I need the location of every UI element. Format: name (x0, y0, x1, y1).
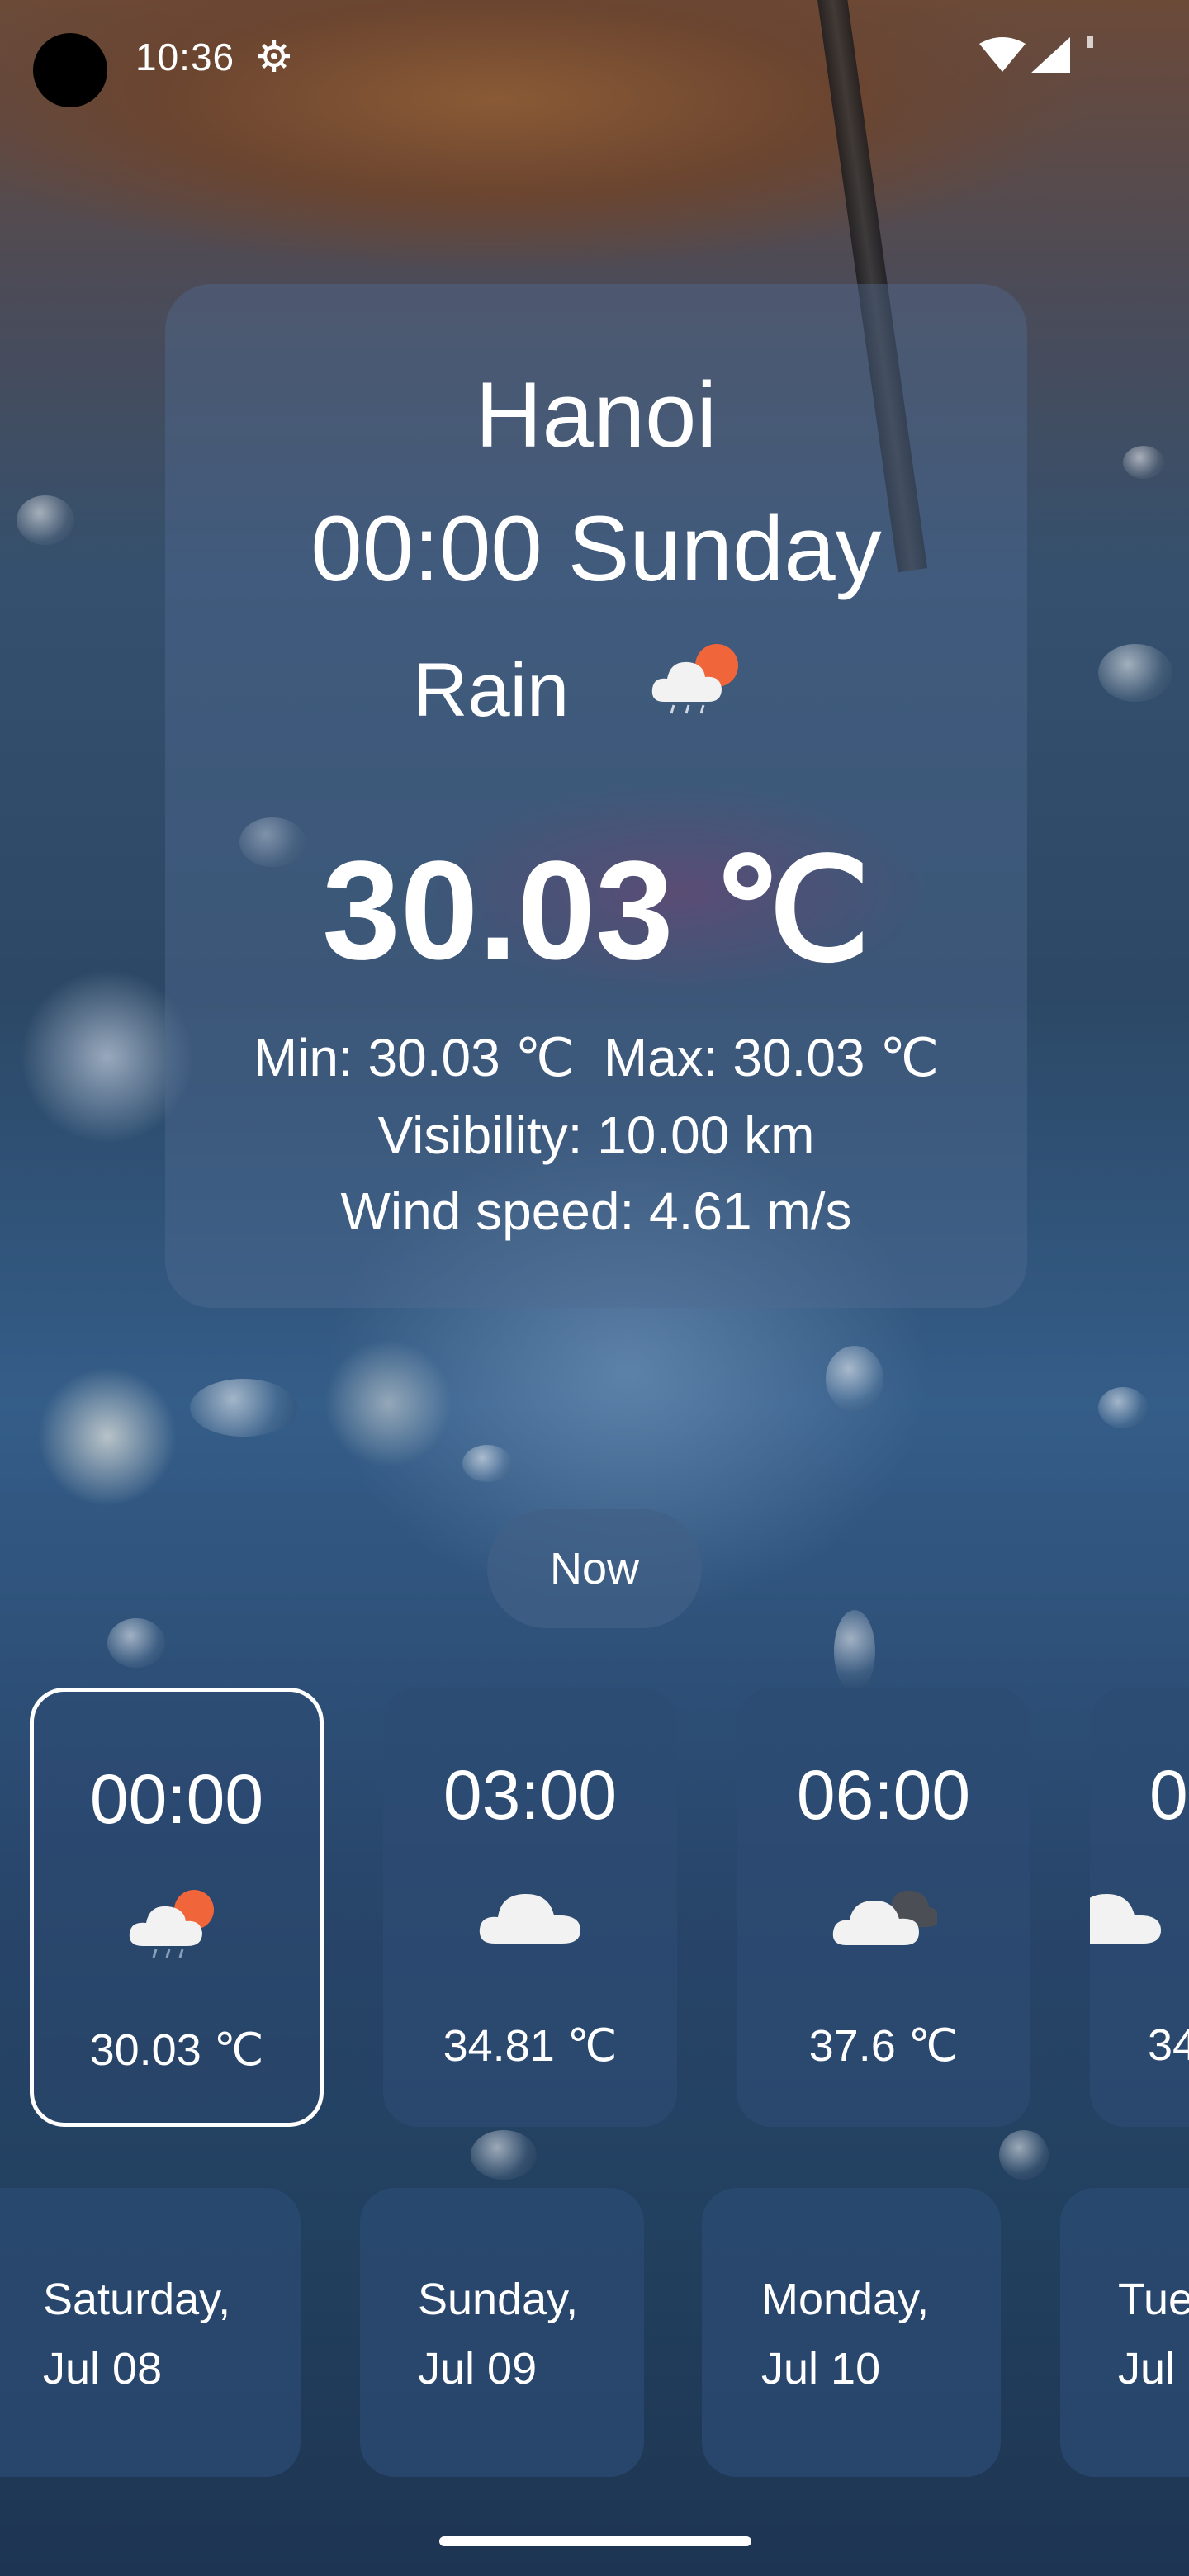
min-max-temperature: Min: 30.03 ℃ Max: 30.03 ℃ (253, 1028, 940, 1087)
hour-temperature: 30.03 ℃ (89, 2025, 264, 2075)
current-weather-card: Hanoi 00:00 Sunday Rain 30.03 ℃ Min: 30.… (165, 284, 1027, 1308)
hour-temperature: 37.6 ℃ (808, 2021, 959, 2071)
day-date: Jul 08 (43, 2344, 163, 2394)
cloud-icon (479, 1894, 580, 1944)
hourly-forecast-item[interactable]: 03:00 34.81 ℃ (383, 1688, 677, 2127)
now-button[interactable]: Now (487, 1509, 702, 1628)
day-name: Tue (1118, 2275, 1189, 2324)
hourly-forecast-item[interactable]: 00:00 30.03 ℃ (30, 1688, 324, 2127)
background-raindrop (107, 1618, 165, 1668)
wind-speed: Wind speed: 4.61 m/s (340, 1181, 852, 1241)
background-raindrop (1098, 644, 1172, 702)
cloud-icon (1090, 1894, 1161, 1944)
hourly-forecast-item[interactable]: 06:00 37.6 ℃ (737, 1688, 1030, 2127)
status-time: 10:36 (135, 36, 235, 78)
background-raindrop (826, 1346, 883, 1412)
daily-forecast-item[interactable]: Sunday, Jul 09 (360, 2188, 644, 2477)
background-raindrop (462, 1445, 512, 1482)
hourly-forecast-item[interactable]: 0 34 (1090, 1688, 1189, 2127)
home-indicator[interactable] (439, 2536, 751, 2546)
background-raindrop (471, 2130, 537, 2180)
background-raindrop (999, 2130, 1049, 2180)
daily-forecast-item[interactable]: Saturday, Jul 08 (0, 2188, 301, 2477)
cellular-signal-icon (1030, 37, 1070, 73)
settings-gear-icon (258, 40, 290, 72)
battery-icon (1087, 36, 1093, 48)
day-date: Jul 10 (761, 2344, 881, 2394)
background-raindrop (1123, 446, 1164, 479)
daily-forecast-item[interactable]: Tue Jul (1060, 2188, 1189, 2477)
hour-temperature: 34 (1148, 2020, 1189, 2070)
background-raindrop (834, 1610, 875, 1693)
cloud-dark-icon (832, 1890, 937, 1945)
hour-time: 00:00 (89, 1760, 264, 1838)
background-raindrop (190, 1379, 297, 1437)
weather-condition: Rain (413, 648, 570, 732)
current-datetime: 00:00 Sunday (310, 497, 882, 600)
hour-temperature: 34.81 ℃ (443, 2021, 618, 2071)
cloud-sun-rain-icon (129, 1890, 214, 1958)
cloud-sun-rain-icon (651, 644, 738, 714)
current-temperature: 30.03 ℃ (322, 832, 870, 989)
day-name: Saturday, (43, 2275, 231, 2324)
visibility: Visibility: 10.00 km (377, 1106, 815, 1165)
background-raindrop (1098, 1387, 1148, 1428)
hour-time: 06:00 (796, 1756, 971, 1834)
daily-forecast-item[interactable]: Monday, Jul 10 (702, 2188, 1001, 2477)
hour-time: 03:00 (443, 1756, 618, 1834)
city-name: Hanoi (475, 363, 718, 466)
background-raindrop (17, 495, 74, 545)
hour-time: 0 (1149, 1756, 1188, 1834)
day-name: Sunday, (418, 2275, 579, 2324)
day-date: Jul (1118, 2344, 1176, 2394)
camera-cutout (33, 33, 107, 107)
day-date: Jul 09 (418, 2344, 538, 2394)
wifi-icon (979, 37, 1026, 72)
status-bar: 10:36 (0, 0, 1189, 116)
day-name: Monday, (761, 2275, 930, 2324)
